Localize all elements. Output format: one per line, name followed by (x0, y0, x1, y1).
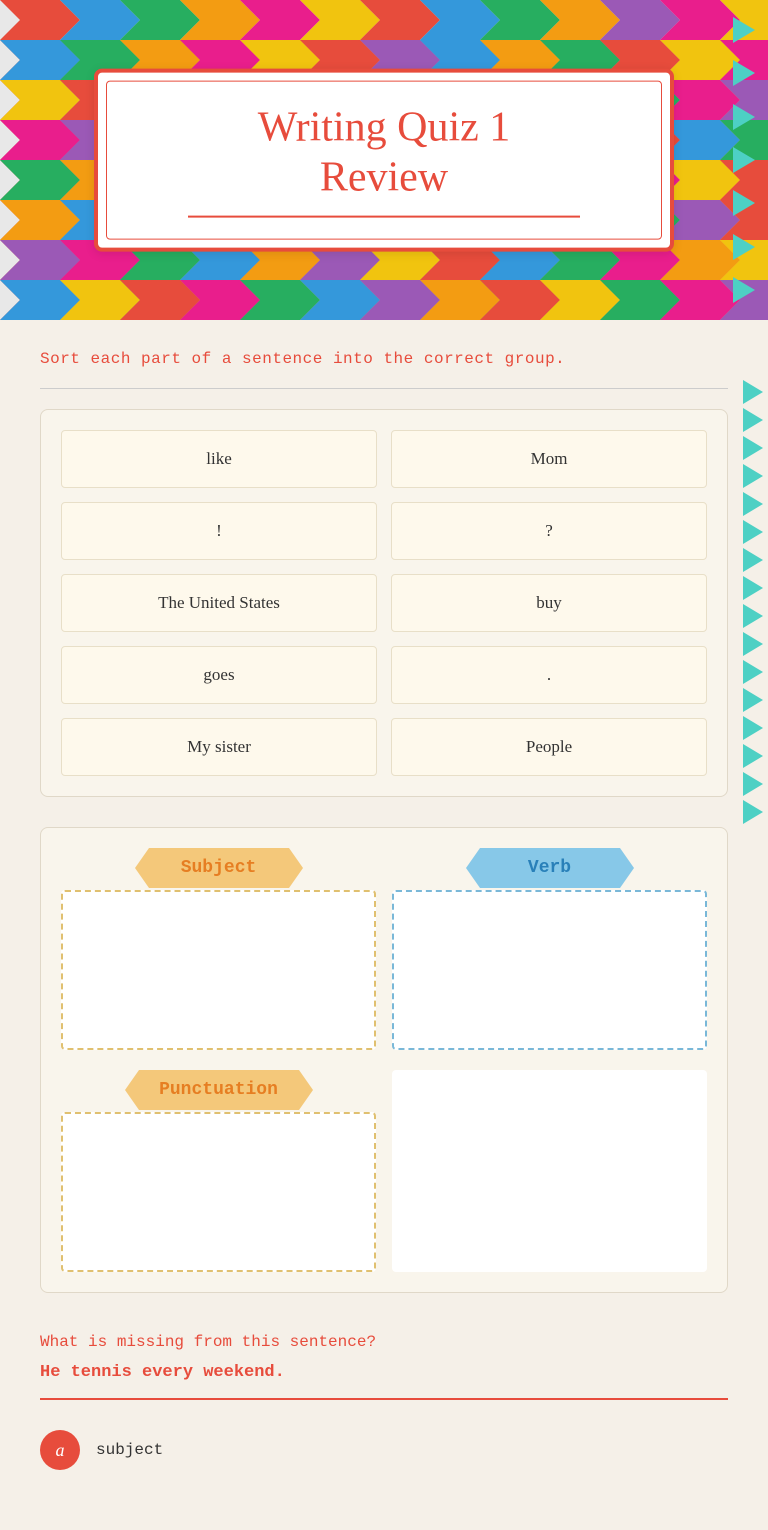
title-underline (188, 215, 580, 217)
tiles-container: like Mom ! ? The United States buy goes … (40, 409, 728, 797)
subject-ribbon: Subject (149, 848, 289, 888)
c-arrow-3 (743, 436, 763, 460)
right-arrow-1 (733, 17, 755, 43)
question-section: What is missing from this sentence? He t… (40, 1323, 728, 1500)
punctuation-category: Punctuation (61, 1070, 376, 1272)
sentence-text: He tennis every weekend. (40, 1363, 728, 1382)
tile-people[interactable]: People (391, 718, 707, 776)
instruction-text: Sort each part of a sentence into the co… (40, 350, 728, 368)
tile-mom[interactable]: Mom (391, 430, 707, 488)
c-arrow-7 (743, 548, 763, 572)
sort-divider (40, 388, 728, 389)
punctuation-ribbon: Punctuation (139, 1070, 299, 1110)
c-arrow-6 (743, 520, 763, 544)
right-arrow-2 (733, 60, 755, 86)
right-arrow-4 (733, 147, 755, 173)
answer-label-a: subject (96, 1441, 163, 1459)
subject-drop-zone[interactable] (61, 890, 376, 1050)
title-line1: Writing Quiz 1 (158, 103, 610, 153)
question-text: What is missing from this sentence? (40, 1333, 728, 1351)
right-arrow-7 (733, 277, 755, 303)
punctuation-drop-zone[interactable] (61, 1112, 376, 1272)
empty-right (392, 1070, 707, 1272)
tile-buy[interactable]: buy (391, 574, 707, 632)
title-line2: Review (158, 153, 610, 203)
c-arrow-15 (743, 772, 763, 796)
verb-ribbon: Verb (480, 848, 620, 888)
c-arrow-10 (743, 632, 763, 656)
categories-area: Subject Verb (40, 827, 728, 1293)
c-arrow-11 (743, 660, 763, 684)
c-arrow-1 (743, 380, 763, 404)
c-arrow-14 (743, 744, 763, 768)
tile-us[interactable]: The United States (61, 574, 377, 632)
right-arrow-3 (733, 104, 755, 130)
main-content: Sort each part of a sentence into the co… (0, 320, 768, 1530)
right-arrow-6 (733, 234, 755, 260)
c-arrow-8 (743, 576, 763, 600)
tile-like[interactable]: like (61, 430, 377, 488)
right-side-arrows (733, 0, 768, 320)
header-area: Writing Quiz 1 Review (0, 0, 768, 320)
c-arrow-13 (743, 716, 763, 740)
c-arrow-2 (743, 408, 763, 432)
answer-circle-a: a (40, 1430, 80, 1470)
right-arrow-5 (733, 190, 755, 216)
tile-period[interactable]: . (391, 646, 707, 704)
content-right-arrows (743, 320, 768, 1530)
c-arrow-16 (743, 800, 763, 824)
answer-option-a[interactable]: a subject (40, 1420, 728, 1480)
c-arrow-12 (743, 688, 763, 712)
tile-mysister[interactable]: My sister (61, 718, 377, 776)
verb-category: Verb (392, 848, 707, 1050)
c-arrow-4 (743, 464, 763, 488)
verb-drop-zone[interactable] (392, 890, 707, 1050)
c-arrow-5 (743, 492, 763, 516)
tile-exclaim[interactable]: ! (61, 502, 377, 560)
tile-question[interactable]: ? (391, 502, 707, 560)
tile-goes[interactable]: goes (61, 646, 377, 704)
answer-divider (40, 1398, 728, 1400)
subject-category: Subject (61, 848, 376, 1050)
title-box: Writing Quiz 1 Review (94, 69, 674, 252)
c-arrow-9 (743, 604, 763, 628)
